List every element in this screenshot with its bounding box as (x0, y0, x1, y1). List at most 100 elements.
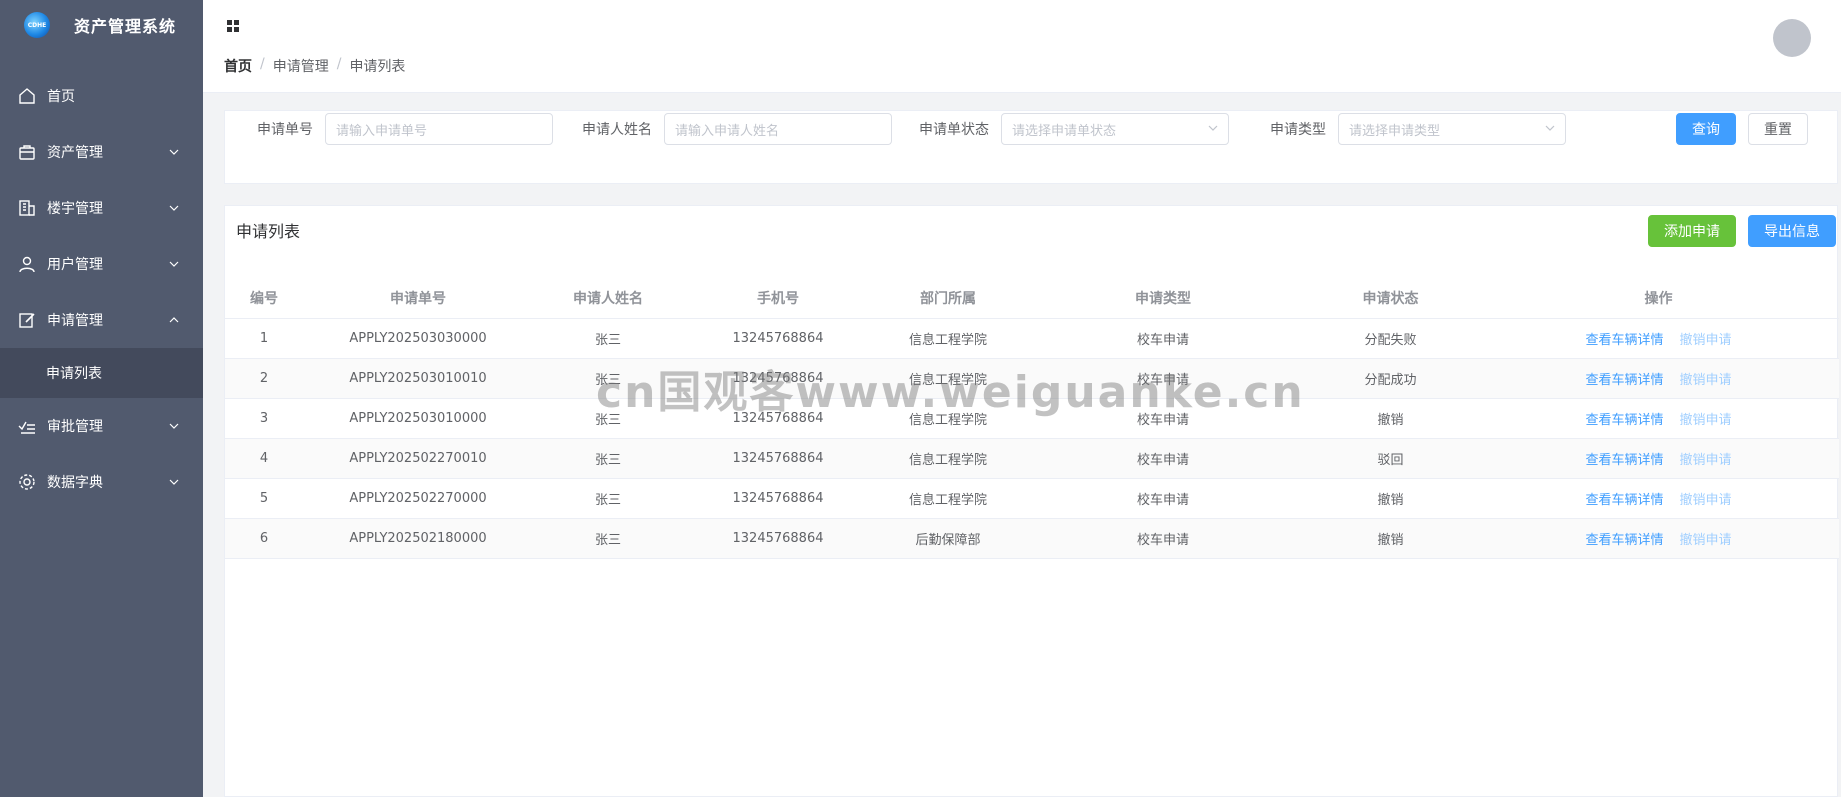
add-application-button[interactable]: 添加申请 (1648, 215, 1736, 247)
cell-name: 张三 (533, 518, 683, 559)
sidebar-item-approvals[interactable]: 审批管理 (0, 398, 203, 454)
cell-status: 分配成功 (1303, 358, 1478, 399)
sidebar-item-applications[interactable]: 申请管理 (0, 292, 203, 348)
applicant-label: 申请人姓名 (582, 122, 652, 138)
sidebar-item-label: 审批管理 (47, 419, 103, 435)
view-details-link[interactable]: 查看车辆详情 (1585, 333, 1663, 348)
search-panel: 申请单号 请输入申请单号 申请人姓名 请输入申请人姓名 申请单状态 请选择申请单… (224, 110, 1838, 184)
applicant-input[interactable]: 请输入申请人姓名 (664, 113, 892, 145)
cell-type: 校车申请 (1023, 358, 1303, 399)
table-row: 1 APPLY202503030000 张三 13245768864 信息工程学… (225, 318, 1839, 359)
breadcrumb-separator: / (336, 56, 342, 72)
checklist-icon (17, 416, 37, 436)
cell-type: 校车申请 (1023, 478, 1303, 519)
cell-status: 分配失败 (1303, 318, 1478, 359)
sidebar-item-label: 用户管理 (47, 257, 103, 273)
sidebar-item-dictionary[interactable]: 数据字典 (0, 454, 203, 510)
cell-id: 3 (225, 398, 303, 439)
cancel-application-link[interactable]: 撤销申请 (1680, 453, 1732, 468)
chevron-down-icon (167, 419, 181, 433)
table-row: 6 APPLY202502180000 张三 13245768864 后勤保障部… (225, 518, 1839, 559)
cell-actions: 查看车辆详情 撤销申请 (1478, 398, 1839, 439)
cell-type: 校车申请 (1023, 398, 1303, 439)
cell-type: 校车申请 (1023, 438, 1303, 479)
logo-icon: CDHE (24, 12, 50, 38)
view-details-link[interactable]: 查看车辆详情 (1585, 373, 1663, 388)
avatar[interactable] (1773, 19, 1811, 57)
cancel-application-link[interactable]: 撤销申请 (1680, 413, 1732, 428)
column-header: 手机号 (683, 278, 873, 319)
edit-icon (17, 310, 37, 330)
application-table: 编号 申请单号 申请人姓名 手机号 部门所属 申请类型 申请状态 操作 1 AP… (225, 278, 1839, 559)
cell-actions: 查看车辆详情 撤销申请 (1478, 478, 1839, 519)
breadcrumb-level1[interactable]: 申请管理 (273, 56, 329, 76)
cell-status: 撤销 (1303, 518, 1478, 559)
chevron-down-icon (167, 145, 181, 159)
reset-button[interactable]: 重置 (1748, 113, 1808, 145)
type-field: 申请类型 请选择申请类型 (1270, 113, 1566, 145)
breadcrumb-separator: / (260, 56, 265, 72)
breadcrumb: 首页 / 申请管理 / 申请列表 (224, 56, 405, 76)
query-button[interactable]: 查询 (1676, 113, 1736, 145)
cell-phone: 13245768864 (683, 318, 873, 359)
cell-name: 张三 (533, 358, 683, 399)
sidebar-item-buildings[interactable]: 楼宇管理 (0, 180, 203, 236)
cell-dept: 信息工程学院 (873, 318, 1023, 359)
cell-type: 校车申请 (1023, 318, 1303, 359)
breadcrumb-level2: 申请列表 (349, 59, 406, 75)
cell-dept: 信息工程学院 (873, 478, 1023, 519)
cell-id: 6 (225, 518, 303, 559)
cell-type: 校车申请 (1023, 518, 1303, 559)
order-no-input[interactable]: 请输入申请单号 (325, 113, 553, 145)
sidebar-item-users[interactable]: 用户管理 (0, 236, 203, 292)
type-placeholder: 请选择申请类型 (1349, 123, 1441, 139)
sidebar-subitem-application-list[interactable]: 申请列表 (0, 348, 203, 398)
view-details-link[interactable]: 查看车辆详情 (1585, 533, 1663, 548)
export-button[interactable]: 导出信息 (1748, 215, 1836, 247)
type-label: 申请类型 (1270, 122, 1326, 138)
cancel-application-link[interactable]: 撤销申请 (1680, 533, 1732, 548)
column-header: 申请状态 (1303, 278, 1478, 319)
chevron-down-icon (167, 475, 181, 489)
cancel-application-link[interactable]: 撤销申请 (1680, 493, 1732, 508)
grid-menu-icon[interactable] (226, 19, 240, 37)
cell-name: 张三 (533, 318, 683, 359)
briefcase-icon (17, 142, 37, 162)
order-no-field: 申请单号 请输入申请单号 (257, 113, 553, 145)
sidebar-item-label: 申请管理 (47, 313, 103, 329)
chevron-up-icon (167, 313, 181, 327)
table-row: 3 APPLY202503010000 张三 13245768864 信息工程学… (225, 398, 1839, 439)
breadcrumb-home[interactable]: 首页 (224, 56, 252, 76)
chevron-down-icon (167, 257, 181, 271)
status-placeholder: 请选择申请单状态 (1012, 123, 1117, 139)
cancel-application-link[interactable]: 撤销申请 (1680, 333, 1732, 348)
cell-actions: 查看车辆详情 撤销申请 (1478, 358, 1839, 399)
user-icon (17, 254, 37, 274)
view-details-link[interactable]: 查看车辆详情 (1585, 453, 1663, 468)
order-no-label: 申请单号 (257, 122, 313, 138)
cell-dept: 后勤保障部 (873, 518, 1023, 559)
building-icon (17, 198, 37, 218)
cell-phone: 13245768864 (683, 358, 873, 399)
sidebar-item-assets[interactable]: 资产管理 (0, 124, 203, 180)
cell-dept: 信息工程学院 (873, 358, 1023, 399)
brand: CDHE 资产管理系统 (0, 0, 203, 50)
status-select[interactable]: 请选择申请单状态 (1001, 113, 1229, 145)
column-header: 申请单号 (303, 278, 533, 319)
cell-phone: 13245768864 (683, 478, 873, 519)
cancel-application-link[interactable]: 撤销申请 (1680, 373, 1732, 388)
sidebar: CDHE 资产管理系统 首页 资产管理 楼宇管理 用户管理 申请管理 申请列表 … (0, 0, 203, 797)
sidebar-item-label: 首页 (47, 89, 75, 105)
cell-order-no: APPLY202502180000 (303, 518, 533, 559)
sidebar-item-home[interactable]: 首页 (0, 68, 203, 124)
application-list-card: 申请列表 添加申请 导出信息 编号 申请单号 申请人姓名 手机号 部门所属 申请… (224, 205, 1839, 797)
cell-order-no: APPLY202502270000 (303, 478, 533, 519)
type-select[interactable]: 请选择申请类型 (1338, 113, 1566, 145)
status-label: 申请单状态 (919, 122, 989, 138)
sidebar-item-label: 数据字典 (47, 475, 103, 491)
view-details-link[interactable]: 查看车辆详情 (1585, 493, 1663, 508)
chevron-down-icon (1545, 122, 1555, 137)
chevron-down-icon (167, 201, 181, 215)
column-header: 部门所属 (873, 278, 1023, 319)
view-details-link[interactable]: 查看车辆详情 (1585, 413, 1663, 428)
